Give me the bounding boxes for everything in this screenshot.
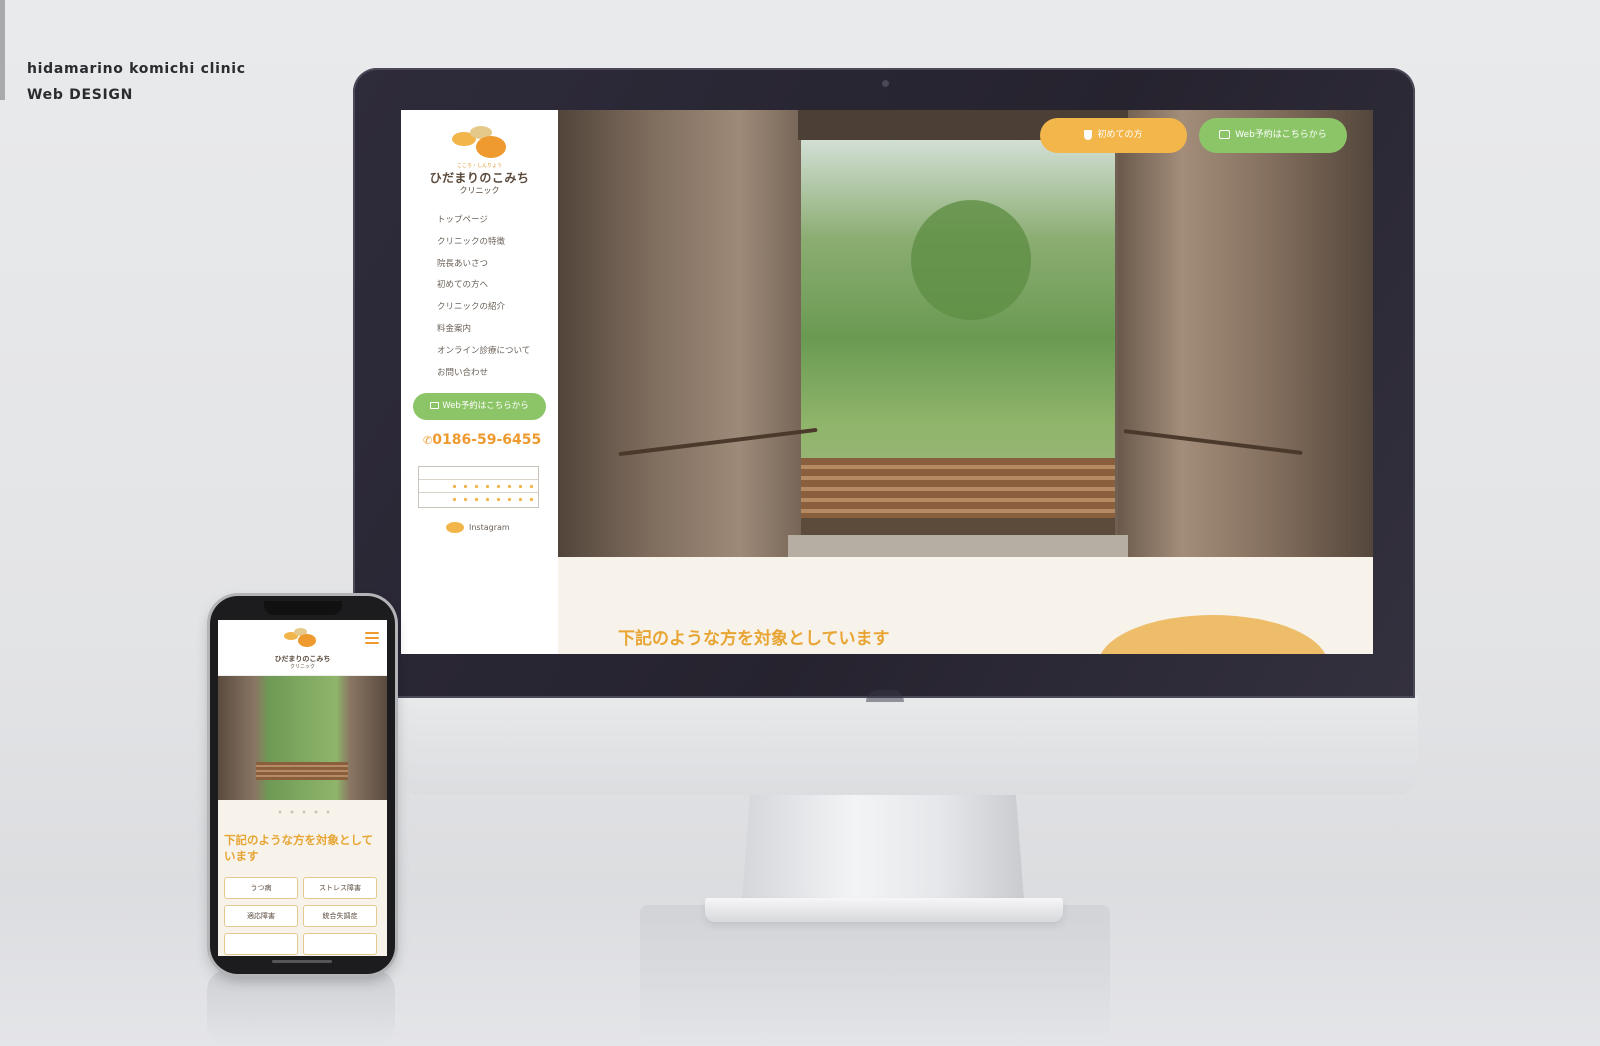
sidebar-nav: トップページ クリニックの特徴 院長あいさつ 初めての方へ クリニックの紹介 料… (437, 210, 530, 384)
imac-chin (398, 695, 1418, 795)
nav-item-online[interactable]: オンライン診療について (437, 341, 530, 363)
clinic-logo-icon[interactable] (452, 126, 508, 160)
shield-icon (1084, 129, 1093, 140)
camera-icon (882, 80, 889, 87)
tag-adjustment-disorder[interactable]: 適応障害 (224, 905, 298, 927)
mobile-section-heading: 下記のような方を対象としています (224, 833, 374, 863)
logo-tagline: こころ・しんりょう (456, 163, 502, 169)
hours-marks (449, 484, 535, 489)
mobile-hero-fence (256, 762, 348, 780)
phone-frame: ひだまりのこみち クリニック 下記のような方を対象としています うつ病 ストレス… (210, 596, 395, 974)
hero-wall-right (1118, 110, 1373, 557)
decorative-blob (1098, 615, 1328, 654)
imac-stand (742, 790, 1024, 900)
hero-garden-view (801, 140, 1115, 535)
hamburger-menu-icon[interactable] (365, 632, 379, 644)
instagram-icon (446, 522, 464, 533)
nav-item-top[interactable]: トップページ (437, 210, 530, 232)
caption-subtitle: Web DESIGN (27, 87, 134, 103)
nav-item-features[interactable]: クリニックの特徴 (437, 232, 530, 254)
sidebar-reserve-button[interactable]: Web予約はこちらから (413, 393, 546, 420)
caption-title: hidamarino komichi clinic (27, 61, 246, 77)
project-caption: hidamarino komichi clinic Web DESIGN (27, 56, 246, 108)
instagram-link[interactable]: Instagram (446, 522, 510, 533)
phone-icon: ✆ (423, 434, 433, 447)
nav-item-greeting[interactable]: 院長あいさつ (437, 254, 530, 276)
tag-cropped[interactable] (224, 933, 298, 955)
first-visit-label: 初めての方 (1097, 130, 1143, 140)
imac-reflection (640, 905, 1110, 1045)
mobile-header: ひだまりのこみち クリニック (218, 620, 387, 676)
hero-wall-left (558, 110, 818, 557)
hours-table (418, 466, 539, 508)
mobile-screen: ひだまりのこみち クリニック 下記のような方を対象としています うつ病 ストレス… (218, 620, 387, 956)
nav-item-introduction[interactable]: クリニックの紹介 (437, 297, 530, 319)
phone-reflection (207, 970, 395, 1046)
target-section: 下記のような方を対象としています (558, 557, 1373, 654)
tag-depression[interactable]: うつ病 (224, 877, 298, 899)
hours-marks (449, 497, 535, 502)
mobile-hero-image (218, 676, 387, 800)
sidebar: こころ・しんりょう ひだまりのこみち クリニック トップページ クリニックの特徴… (401, 110, 558, 654)
hero-fence (801, 458, 1115, 518)
imac-logo-bump (866, 690, 904, 702)
desktop-screen: こころ・しんりょう ひだまりのこみち クリニック トップページ クリニックの特徴… (401, 110, 1373, 654)
home-indicator (272, 960, 332, 963)
phone-notch (264, 601, 342, 615)
mobile-logo-sub: クリニック (289, 664, 315, 670)
hero-floor (788, 535, 1128, 557)
hero-image: 初めての方 Web予約はこちらから (558, 110, 1373, 557)
tag-schizophrenia[interactable]: 統合失調症 (303, 905, 377, 927)
web-reserve-label: Web予約はこちらから (1235, 130, 1327, 140)
hero-ground (801, 518, 1115, 535)
tag-cropped[interactable] (303, 933, 377, 955)
imac-stand-foot (705, 898, 1063, 922)
instagram-label: Instagram (469, 523, 510, 532)
hours-row (419, 480, 538, 493)
phone-number: 0186-59-6455 (432, 432, 542, 448)
nav-item-first-visit[interactable]: 初めての方へ (437, 275, 530, 297)
nav-item-contact[interactable]: お問い合わせ (437, 363, 530, 385)
mobile-target-section: 下記のような方を対象としています うつ病 ストレス障害 適応障害 統合失調症 (218, 800, 387, 956)
nav-item-fees[interactable]: 料金案内 (437, 319, 530, 341)
hours-row (419, 493, 538, 506)
tag-stress-disorder[interactable]: ストレス障害 (303, 877, 377, 899)
carousel-dots[interactable] (274, 810, 334, 814)
web-reserve-button[interactable]: Web予約はこちらから (1199, 118, 1347, 153)
logo-blob (298, 634, 316, 647)
hero-tree (911, 200, 1031, 320)
clinic-logo-icon[interactable] (284, 628, 318, 648)
hours-row (419, 467, 538, 480)
sidebar-reserve-label: Web予約はこちらから (442, 401, 529, 411)
phone-link[interactable]: ✆0186-59-6455 (423, 432, 541, 448)
logo-sub: クリニック (459, 186, 500, 195)
laptop-icon (430, 402, 440, 409)
logo-name: ひだまりのこみち (429, 171, 530, 185)
corner-accent-line (0, 0, 5, 100)
section-heading: 下記のような方を対象としています (618, 629, 890, 649)
laptop-icon (1219, 130, 1231, 139)
logo-blob (476, 136, 506, 158)
first-visit-button[interactable]: 初めての方 (1040, 118, 1187, 153)
